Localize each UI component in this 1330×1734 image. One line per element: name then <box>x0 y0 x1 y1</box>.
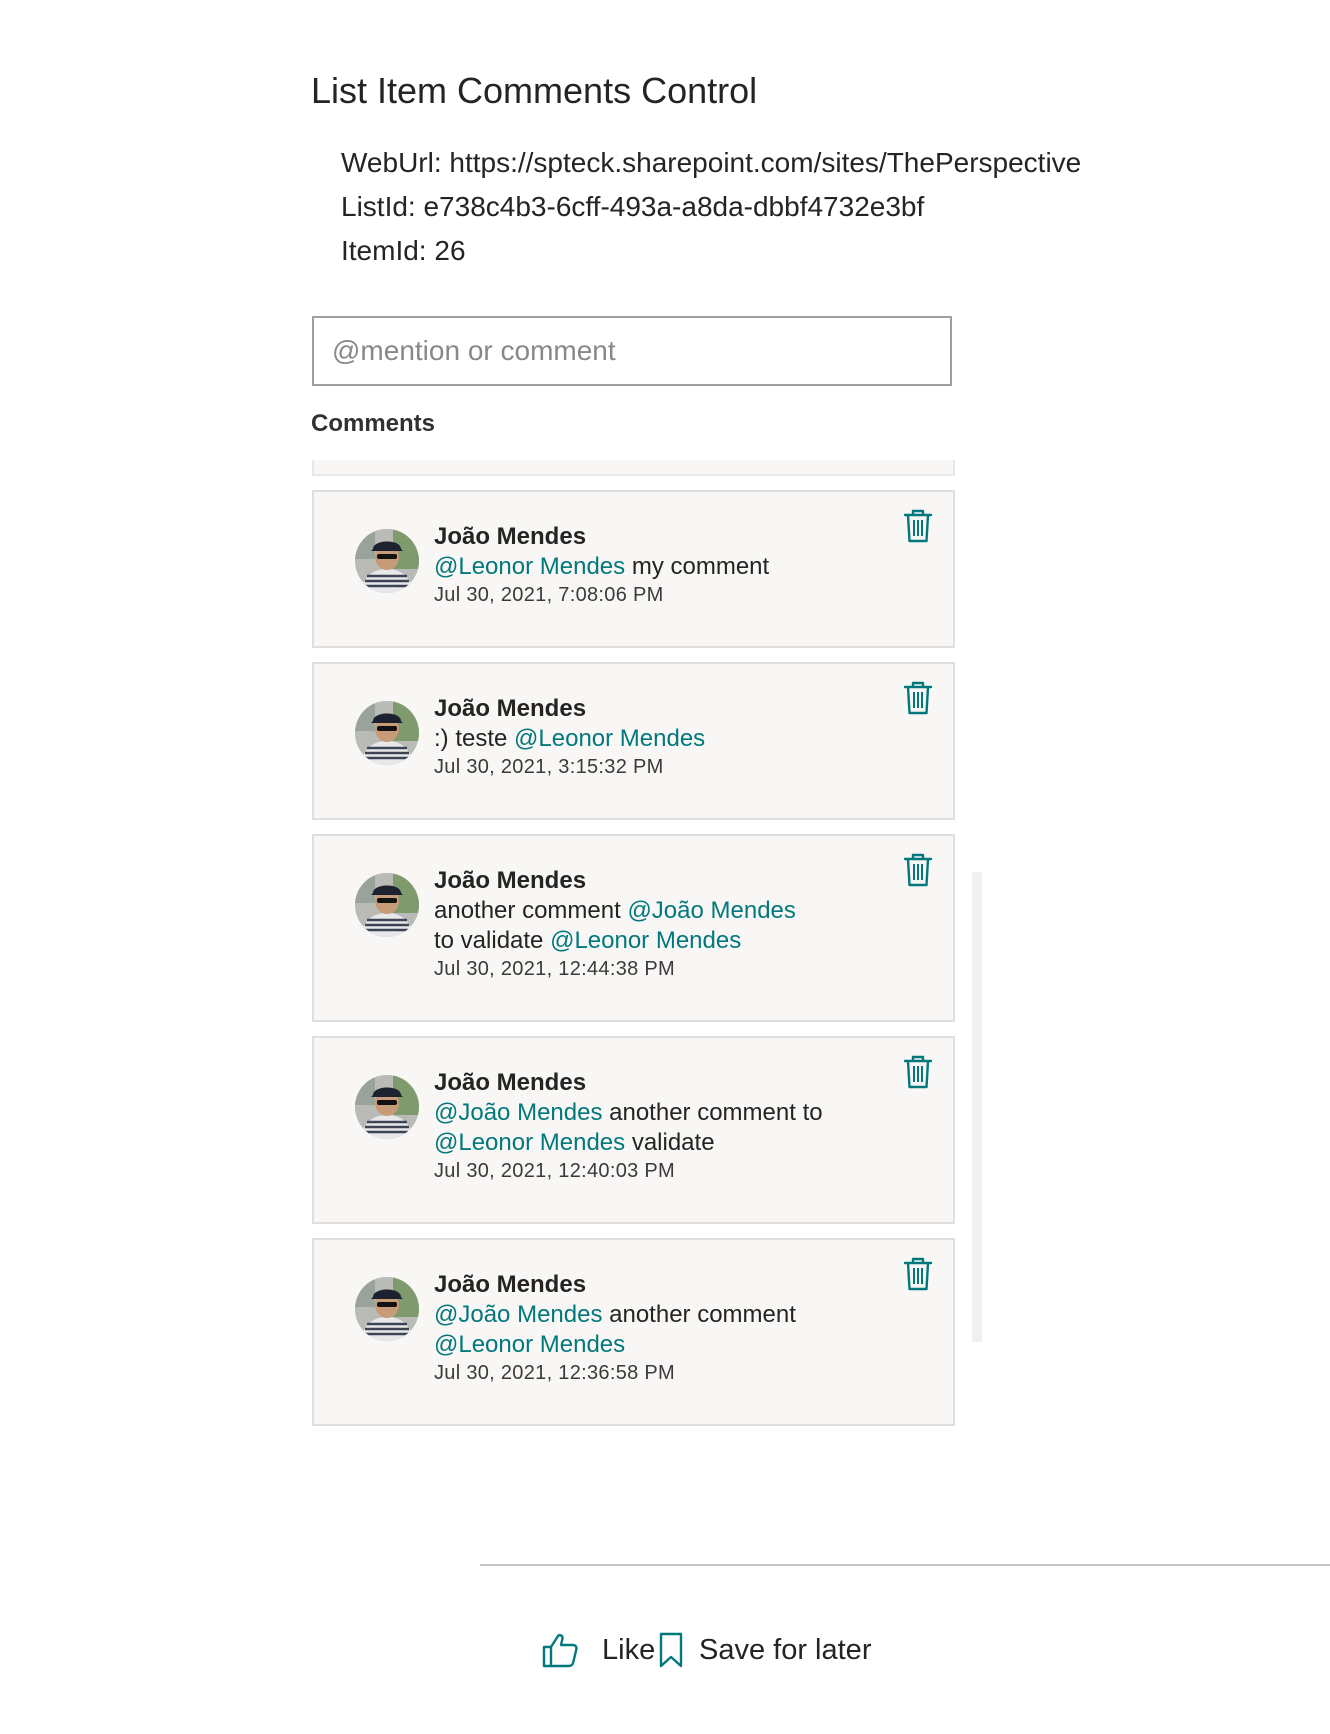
comment-body: João Mendes another comment @João Mendes t… <box>434 866 883 982</box>
comment-author: João Mendes <box>434 867 587 894</box>
save-for-later-button[interactable]: Save for later <box>657 1630 871 1670</box>
trash-icon <box>903 1055 933 1094</box>
comment-date: Jul 30, 2021, 12:44:38 PM <box>434 958 675 980</box>
save-for-later-label: Save for later <box>699 1633 872 1666</box>
comment-author: João Mendes <box>434 1271 587 1298</box>
comment-card: João Mendes @João Mendes another comment … <box>312 1036 955 1224</box>
comment-text-line: @Leonor Mendes <box>434 1330 883 1360</box>
comment-body: João Mendes:) teste @Leonor Mendes Jul 30… <box>434 694 883 780</box>
comment-author: João Mendes <box>434 523 587 550</box>
comments-scrollbar[interactable] <box>972 872 982 1342</box>
mention-link[interactable]: @João Mendes <box>434 1099 602 1126</box>
comment-input[interactable] <box>312 316 952 386</box>
comment-text: to validate <box>434 927 551 954</box>
comment-card: João Mendes another comment @João Mendes t… <box>312 834 955 1022</box>
trash-icon <box>903 853 933 892</box>
comment-text: :) teste <box>434 725 515 752</box>
comment-date: Jul 30, 2021, 7:08:06 PM <box>434 584 664 606</box>
comment-author: João Mendes <box>434 1069 587 1096</box>
comment-body: João Mendes @Leonor Mendes my comment Jul … <box>434 522 883 608</box>
comment-date: Jul 30, 2021, 12:36:58 PM <box>434 1362 675 1384</box>
comment-text-line: another comment @João Mendes <box>434 896 883 926</box>
mention-link[interactable]: @Leonor Mendes <box>434 1129 625 1156</box>
comments-heading: Comments <box>311 410 436 437</box>
avatar <box>355 701 419 765</box>
comment-text: another comment to <box>602 1099 823 1126</box>
item-id-text: ItemId: 26 <box>341 235 466 266</box>
comment-card: João Mendes @João Mendes another comment @… <box>312 1238 955 1426</box>
comment-text-line: @João Mendes another comment <box>434 1300 883 1330</box>
list-id-text: ListId: e738c4b3-6cff-493a-a8da-dbbf4732… <box>341 191 925 222</box>
comment-author: João Mendes <box>434 695 587 722</box>
comment-text: validate <box>625 1129 715 1156</box>
comment-card: João Mendes @Leonor Mendes my comment Jul … <box>312 490 955 648</box>
comment-text: another comment <box>602 1301 796 1328</box>
like-button[interactable]: Like <box>540 1630 655 1670</box>
delete-comment-button[interactable] <box>903 508 933 544</box>
comment-text-line: @João Mendes another comment to <box>434 1098 883 1128</box>
comment-text: another comment <box>434 897 628 924</box>
trash-icon <box>903 1257 933 1296</box>
footer-divider <box>480 1564 1330 1566</box>
partially-hidden-comment-card <box>312 460 955 476</box>
mention-link[interactable]: @Leonor Mendes <box>434 1331 625 1358</box>
page-title: List Item Comments Control <box>311 70 758 111</box>
mention-link[interactable]: @Leonor Mendes <box>514 725 705 752</box>
mention-link[interactable]: @Leonor Mendes <box>434 553 625 580</box>
comment-text: my comment <box>625 553 770 580</box>
comment-date: Jul 30, 2021, 12:40:03 PM <box>434 1160 675 1182</box>
delete-comment-button[interactable] <box>903 680 933 716</box>
trash-icon <box>903 509 933 548</box>
delete-comment-button[interactable] <box>903 1256 933 1292</box>
avatar <box>355 529 419 593</box>
mention-link[interactable]: @Leonor Mendes <box>550 927 741 954</box>
trash-icon <box>903 681 933 720</box>
avatar <box>355 873 419 937</box>
like-label: Like <box>602 1633 656 1666</box>
comment-body: João Mendes @João Mendes another comment … <box>434 1068 883 1184</box>
comment-text-line: @Leonor Mendes my comment <box>434 552 883 582</box>
comment-text-line: :) teste @Leonor Mendes <box>434 724 883 754</box>
avatar <box>355 1277 419 1341</box>
mention-link[interactable]: @João Mendes <box>434 1301 602 1328</box>
delete-comment-button[interactable] <box>903 852 933 888</box>
comment-body: João Mendes @João Mendes another comment @… <box>434 1270 883 1386</box>
comment-date: Jul 30, 2021, 3:15:32 PM <box>434 756 664 778</box>
delete-comment-button[interactable] <box>903 1054 933 1090</box>
comment-card: João Mendes:) teste @Leonor Mendes Jul 30… <box>312 662 955 820</box>
avatar <box>355 1075 419 1139</box>
comment-text-line: to validate @Leonor Mendes <box>434 926 883 956</box>
mention-link[interactable]: @João Mendes <box>627 897 795 924</box>
comment-text-line: @Leonor Mendes validate <box>434 1128 883 1158</box>
properties-list: WebUrl: https://spteck.sharepoint.com/si… <box>341 141 1081 273</box>
thumbs-up-icon <box>540 1630 580 1670</box>
bookmark-icon <box>657 1630 685 1670</box>
web-url-text: WebUrl: https://spteck.sharepoint.com/si… <box>341 147 1082 178</box>
